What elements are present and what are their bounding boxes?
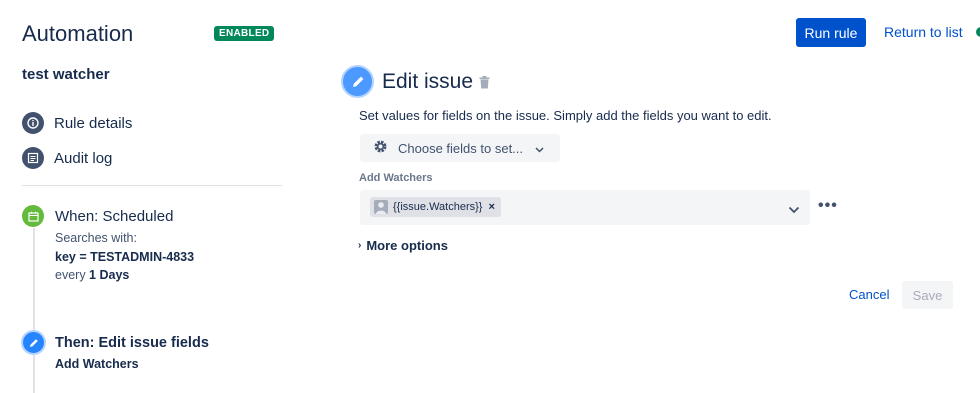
run-rule-button[interactable]: Run rule xyxy=(796,18,866,47)
avatar-icon xyxy=(374,200,388,214)
jql-value: TESTADMIN-4833 xyxy=(90,250,195,264)
jql-prefix: key = xyxy=(55,250,91,264)
close-icon[interactable]: × xyxy=(488,201,494,213)
watcher-chip-label: {{issue.Watchers}} xyxy=(393,201,483,213)
choose-fields-label: Choose fields to set... xyxy=(398,140,524,156)
return-to-list-link[interactable]: Return to list xyxy=(884,24,963,40)
calendar-icon[interactable] xyxy=(22,205,44,227)
sidebar-item-label: Rule details xyxy=(54,114,133,132)
action-subtitle: Add Watchers xyxy=(55,357,139,371)
trash-icon[interactable] xyxy=(479,76,490,94)
gear-icon xyxy=(372,138,389,158)
save-button[interactable]: Save xyxy=(902,281,953,309)
chevron-right-icon: › xyxy=(358,240,362,251)
more-options-label: More options xyxy=(366,238,448,253)
sidebar-item-audit-log[interactable]: Audit log xyxy=(22,147,112,169)
status-badge: ENABLED xyxy=(214,26,275,41)
sidebar-divider xyxy=(22,185,282,186)
rule-name: test watcher xyxy=(22,66,110,83)
list-icon xyxy=(22,147,44,169)
schedule-prefix: every xyxy=(55,268,90,282)
trigger-searches-label: Searches with: xyxy=(55,231,137,245)
component-description: Set values for fields on the issue. Simp… xyxy=(359,108,772,123)
trigger-schedule: every 1 Days xyxy=(55,268,129,282)
timeline-connector xyxy=(33,228,35,393)
sidebar-item-rule-details[interactable]: Rule details xyxy=(22,112,132,134)
more-icon[interactable]: ••• xyxy=(818,197,838,215)
schedule-value: 1 Days xyxy=(89,268,130,282)
watcher-chip[interactable]: {{issue.Watchers}} × xyxy=(370,197,501,217)
component-title: Edit issue xyxy=(382,70,474,93)
sidebar-item-label: Audit log xyxy=(54,149,113,167)
chevron-down-icon[interactable] xyxy=(788,201,800,219)
more-options-toggle[interactable]: › More options xyxy=(358,238,448,253)
cancel-button[interactable]: Cancel xyxy=(849,287,889,302)
chevron-down-icon xyxy=(535,141,544,156)
watchers-select[interactable]: {{issue.Watchers}} × xyxy=(360,190,810,225)
pencil-icon xyxy=(341,65,374,98)
info-icon xyxy=(22,112,44,134)
trigger-jql: key = TESTADMIN-4833 xyxy=(55,250,194,264)
choose-fields-button[interactable]: Choose fields to set... xyxy=(360,134,560,162)
field-label: Add Watchers xyxy=(359,172,433,184)
trigger-title[interactable]: When: Scheduled xyxy=(55,208,173,225)
pencil-icon[interactable] xyxy=(21,330,46,355)
action-title[interactable]: Then: Edit issue fields xyxy=(55,335,209,351)
status-dot-icon xyxy=(976,27,980,37)
page-title: Automation xyxy=(22,21,134,46)
